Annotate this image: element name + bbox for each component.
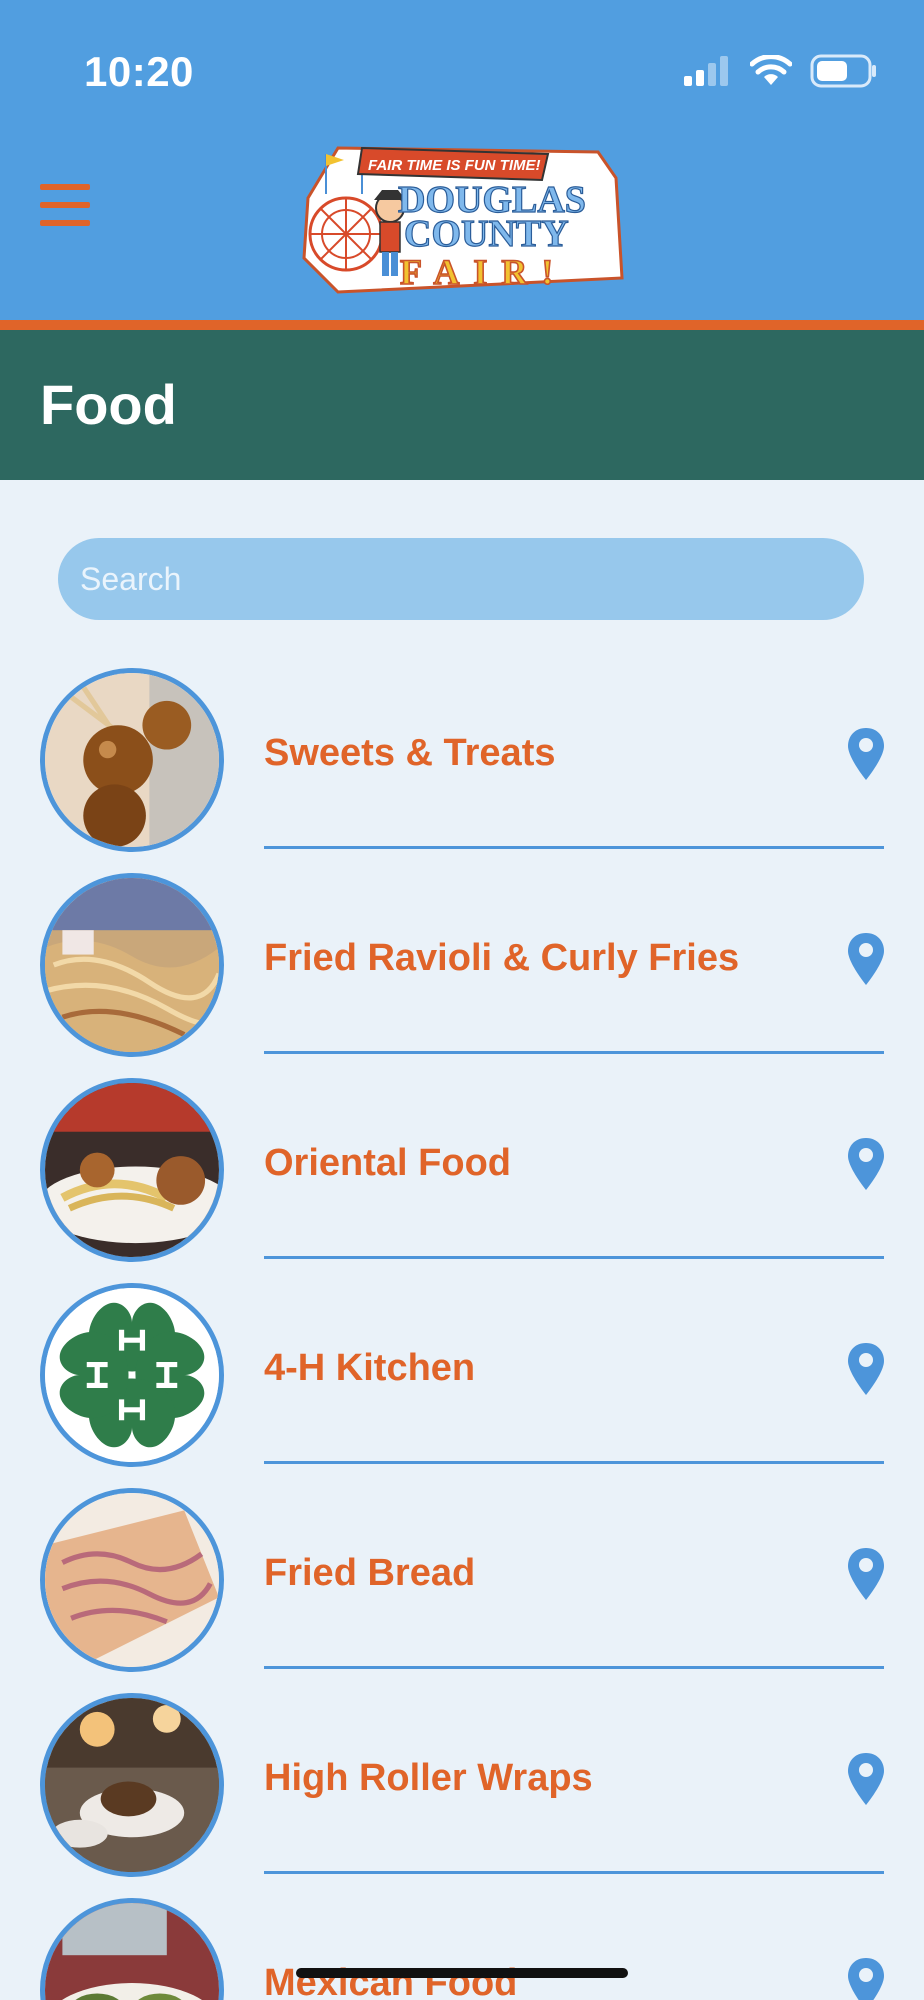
location-pin-icon[interactable] <box>846 1751 886 1807</box>
list-item-label: Fried Bread <box>264 1552 476 1594</box>
list-item-label: 4-H Kitchen <box>264 1347 476 1389</box>
caramel-apples-photo <box>40 668 224 852</box>
wraps-photo <box>40 1693 224 1877</box>
header-divider <box>0 320 924 330</box>
cellular-signal-icon <box>684 56 728 86</box>
douglas-county-fair-logo: FAIR TIME IS FUN TIME! DOUGLAS COUNTY FA… <box>302 146 624 294</box>
battery-icon <box>810 54 876 88</box>
tacos-photo <box>40 1898 224 2000</box>
list-item[interactable]: Fried Ravioli & Curly Fries <box>0 869 924 1074</box>
list-item[interactable]: Oriental Food <box>0 1074 924 1279</box>
menu-bar-bottom <box>40 220 90 226</box>
list-item-label: Oriental Food <box>264 1142 511 1184</box>
location-pin-icon[interactable] <box>846 1546 886 1602</box>
home-indicator[interactable] <box>296 1968 628 1978</box>
list-divider <box>264 1051 884 1054</box>
location-pin-icon[interactable] <box>846 726 886 782</box>
4h-clover-logo <box>40 1283 224 1467</box>
hamburger-menu-icon <box>40 184 90 190</box>
food-vendor-list: Sweets & Treats Fried Ravioli & Curly Fr… <box>0 664 924 2000</box>
list-item[interactable]: High Roller Wraps <box>0 1689 924 1894</box>
list-divider <box>264 1461 884 1464</box>
fried-bread-photo <box>40 1488 224 1672</box>
list-item[interactable]: Fried Bread <box>0 1484 924 1689</box>
list-item[interactable]: Mexican Food <box>0 1894 924 2000</box>
logo-line-2: COUNTY <box>404 213 569 255</box>
location-pin-icon[interactable] <box>846 1956 886 2000</box>
location-pin-icon[interactable] <box>846 1341 886 1397</box>
header-bar: 10:20 FAIR TIME IS FUN TIME! DOUGLAS COU… <box>0 0 924 320</box>
page-title: Food <box>40 373 177 436</box>
list-divider <box>264 1666 884 1669</box>
list-divider <box>264 846 884 849</box>
list-item-label: Fried Ravioli & Curly Fries <box>264 937 740 979</box>
food-screen: 10:20 FAIR TIME IS FUN TIME! DOUGLAS COU… <box>0 0 924 2000</box>
logo-line-3: FAIR! <box>400 252 567 292</box>
status-time: 10:20 <box>84 48 194 95</box>
noodles-photo <box>40 873 224 1057</box>
status-icons <box>684 54 878 88</box>
lo-mein-plate-photo <box>40 1078 224 1262</box>
hamburger-menu-button[interactable] <box>36 182 92 230</box>
search-input[interactable] <box>58 538 864 620</box>
list-item[interactable]: Sweets & Treats <box>0 664 924 869</box>
menu-bar-middle <box>40 202 90 208</box>
logo-banner-text: FAIR TIME IS FUN TIME! <box>368 157 541 174</box>
list-divider <box>264 1871 884 1874</box>
list-item[interactable]: 4-H Kitchen <box>0 1279 924 1484</box>
list-divider <box>264 1256 884 1259</box>
location-pin-icon[interactable] <box>846 931 886 987</box>
wifi-icon <box>750 55 792 85</box>
list-item-label: Sweets & Treats <box>264 732 556 774</box>
list-item-label: High Roller Wraps <box>264 1757 593 1799</box>
location-pin-icon[interactable] <box>846 1136 886 1192</box>
